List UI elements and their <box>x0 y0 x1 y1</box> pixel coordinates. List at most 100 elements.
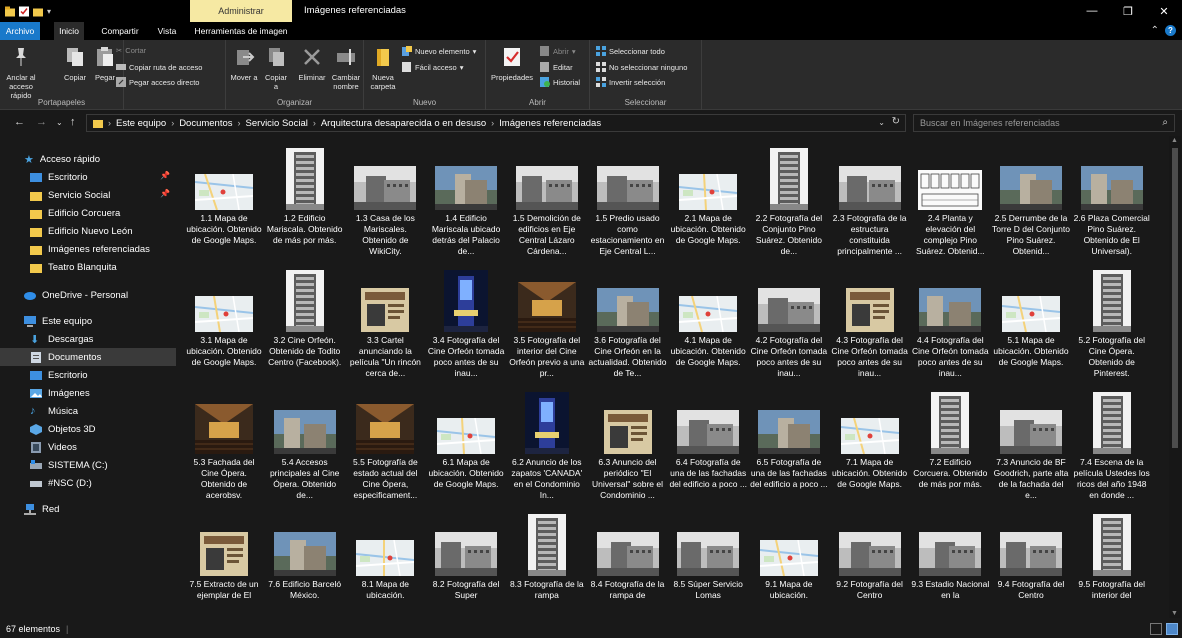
file-item[interactable]: 6.5 Fotografía de una de las fachadas de… <box>749 388 829 510</box>
address-dropdown-icon[interactable]: ⌄ <box>878 118 885 127</box>
nav-imagenes[interactable]: Imágenes <box>30 384 90 402</box>
new-folder-button[interactable]: Nueva carpeta <box>368 46 398 91</box>
file-item[interactable]: 5.4 Accesos principales al Cine Ópera. O… <box>265 388 345 510</box>
invert-selection-button[interactable]: Invertir selección <box>596 77 665 87</box>
tab-herramientas-imagen[interactable]: Herramientas de imagen <box>190 22 292 40</box>
file-item[interactable]: 1.5 Demolición de edificios en Eje Centr… <box>507 144 587 266</box>
file-item[interactable]: 2.6 Plaza Comercial Pino Suárez. Obtenid… <box>1072 144 1152 266</box>
pin-icon[interactable]: 📌 <box>160 189 170 198</box>
scroll-up-icon[interactable]: ▲ <box>1171 137 1178 144</box>
nav-nsc-d[interactable]: #NSC (D:) <box>30 474 92 492</box>
details-view-icon[interactable] <box>1150 623 1162 635</box>
file-item[interactable]: 5.1 Mapa de ubicación. Obtenido de Googl… <box>991 266 1071 388</box>
file-item[interactable]: 5.5 Fotografía de estado actual del Cine… <box>345 388 425 510</box>
tab-inicio[interactable]: Inicio <box>54 22 84 40</box>
breadcrumb[interactable]: › Este equipo › Documentos › Servicio So… <box>86 114 906 132</box>
file-item[interactable]: 5.2 Fotografía del Cine Ópera. Obtenido … <box>1072 266 1152 388</box>
file-item[interactable]: 6.3 Anuncio del periódico "El Universal"… <box>588 388 668 510</box>
file-item[interactable]: 6.1 Mapa de ubicación. Obtenido de Googl… <box>426 388 506 510</box>
nav-servicio-social[interactable]: Servicio Social <box>30 186 110 204</box>
nav-teatro-blanquita[interactable]: Teatro Blanquita <box>30 258 117 276</box>
forward-arrow-icon[interactable]: → <box>36 116 47 128</box>
file-item[interactable]: 9.1 Mapa de ubicación. <box>749 510 829 618</box>
file-item[interactable]: 2.5 Derrumbe de la Torre D del Conjunto … <box>991 144 1071 266</box>
file-item[interactable]: 9.2 Fotografía del Centro <box>830 510 910 618</box>
file-item[interactable]: 1.3 Casa de los Mariscales. Obtenido de … <box>345 144 425 266</box>
copy-button[interactable]: Copiar <box>62 46 88 82</box>
file-item[interactable]: 9.4 Fotografía del Centro <box>991 510 1071 618</box>
nav-red[interactable]: Red <box>24 500 59 518</box>
file-item[interactable]: 8.4 Fotografía de la rampa de <box>588 510 668 618</box>
file-item[interactable]: 1.2 Edificio Mariscala. Obtenido de más … <box>265 144 345 266</box>
scroll-down-icon[interactable]: ▼ <box>1171 610 1178 617</box>
nav-documentos[interactable]: Documentos <box>0 348 176 366</box>
file-item[interactable]: 9.5 Fotografía del interior del <box>1072 510 1152 618</box>
nav-sistema-c[interactable]: SISTEMA (C:) <box>30 456 108 474</box>
back-arrow-icon[interactable]: ← <box>14 116 25 128</box>
file-item[interactable]: 7.2 Edificio Corcuera. Obtenido de más p… <box>910 388 990 510</box>
file-item[interactable]: 7.4 Escena de la película Ustedes los ri… <box>1072 388 1152 510</box>
file-item[interactable]: 2.3 Fotografía de la estructura constitu… <box>830 144 910 266</box>
file-item[interactable]: 2.4 Planta y elevación del complejo Pino… <box>910 144 990 266</box>
file-item[interactable]: 7.1 Mapa de ubicación. Obtenido de Googl… <box>830 388 910 510</box>
new-folder-icon[interactable] <box>33 6 43 17</box>
easy-access-button[interactable]: Fácil acceso ▾ <box>402 62 463 72</box>
rename-button[interactable]: Cambiar nombre <box>330 46 362 91</box>
crumb-documentos[interactable]: Documentos <box>179 118 232 129</box>
search-input[interactable]: Buscar en Imágenes referenciadas ⌕ <box>913 114 1175 132</box>
file-item[interactable]: 2.1 Mapa de ubicación. Obtenido de Googl… <box>668 144 748 266</box>
select-none-button[interactable]: No seleccionar ninguno <box>596 62 687 72</box>
pin-quick-access-button[interactable]: Anclar al acceso rápido <box>4 46 38 100</box>
nav-edificio-corcuera[interactable]: Edificio Corcuera <box>30 204 120 222</box>
qat-dropdown-icon[interactable]: ▾ <box>47 7 51 16</box>
file-item[interactable]: 6.2 Anuncio de los zapatos 'CANADA' en e… <box>507 388 587 510</box>
close-button[interactable]: ✕ <box>1146 0 1182 22</box>
file-item[interactable]: 4.3 Fotografía del Cine Orfeón tomada po… <box>830 266 910 388</box>
search-icon[interactable]: ⌕ <box>1162 117 1168 128</box>
file-item[interactable]: 6.4 Fotografía de una de las fachadas de… <box>668 388 748 510</box>
file-item[interactable]: 7.3 Anuncio de BF Goodrich, parte alta d… <box>991 388 1071 510</box>
nav-escritorio-quick[interactable]: Escritorio <box>30 168 88 186</box>
file-item[interactable]: 8.3 Fotografía de la rampa <box>507 510 587 618</box>
new-item-button[interactable]: Nuevo elemento ▾ <box>402 46 476 56</box>
nav-escritorio[interactable]: Escritorio <box>30 366 88 384</box>
open-button[interactable]: Abrir ▾ <box>540 46 576 56</box>
help-icon[interactable]: ? <box>1165 25 1176 36</box>
nav-imagenes-referenciadas[interactable]: Imágenes referenciadas <box>30 240 150 258</box>
vertical-scrollbar[interactable]: ▲ ▼ <box>1169 136 1181 618</box>
select-all-button[interactable]: Seleccionar todo <box>596 46 665 56</box>
collapse-ribbon-icon[interactable]: ⌃ <box>1151 25 1159 36</box>
file-item[interactable]: 8.5 Súper Servicio Lomas <box>668 510 748 618</box>
delete-button[interactable]: Eliminar <box>296 46 328 82</box>
file-item[interactable]: 3.1 Mapa de ubicación. Obtenido de Googl… <box>184 266 264 388</box>
move-to-button[interactable]: Mover a <box>230 46 258 82</box>
pin-icon[interactable]: 📌 <box>160 171 170 180</box>
file-item[interactable]: 2.2 Fotografía del Conjunto Pino Suárez.… <box>749 144 829 266</box>
recent-locations-chevron-icon[interactable]: ⌄ <box>56 118 63 127</box>
file-item[interactable]: 3.4 Fotografía del Cine Orfeón tomada po… <box>426 266 506 388</box>
crumb-este-equipo[interactable]: Este equipo <box>116 118 166 129</box>
tab-compartir[interactable]: Compartir <box>94 22 146 40</box>
crumb-imagenes-referenciadas[interactable]: Imágenes referenciadas <box>499 118 601 129</box>
file-item[interactable]: 3.2 Cine Orfeón. Obtenido de Todito Cent… <box>265 266 345 388</box>
nav-onedrive[interactable]: OneDrive - Personal <box>24 286 128 304</box>
file-item[interactable]: 7.6 Edificio Barceló México. <box>265 510 345 618</box>
up-arrow-icon[interactable]: ↑ <box>70 116 76 128</box>
refresh-icon[interactable]: ↻ <box>892 116 900 127</box>
crumb-servicio-social[interactable]: Servicio Social <box>246 118 308 129</box>
nav-acceso-rapido[interactable]: ★ Acceso rápido <box>24 150 100 168</box>
history-button[interactable]: Historial <box>540 77 580 87</box>
file-item[interactable]: 1.4 Edificio Mariscala ubicado detrás de… <box>426 144 506 266</box>
properties-check-icon[interactable] <box>19 6 29 17</box>
scrollbar-thumb[interactable] <box>1172 148 1178 448</box>
file-item[interactable]: 3.6 Fotografía del Cine Orfeón en la act… <box>588 266 668 388</box>
nav-musica[interactable]: ♪ Música <box>30 402 78 420</box>
file-item[interactable]: 7.5 Extracto de un ejemplar de El <box>184 510 264 618</box>
maximize-button[interactable]: ❐ <box>1110 0 1146 22</box>
properties-button[interactable]: Propiedades <box>488 46 536 82</box>
file-item[interactable]: 8.2 Fotografía del Super <box>426 510 506 618</box>
tab-archivo[interactable]: Archivo <box>0 22 40 40</box>
large-icons-view-icon[interactable] <box>1166 623 1178 635</box>
file-item[interactable]: 9.3 Estadio Nacional en la <box>910 510 990 618</box>
paste-button[interactable]: Pegar <box>92 46 118 82</box>
